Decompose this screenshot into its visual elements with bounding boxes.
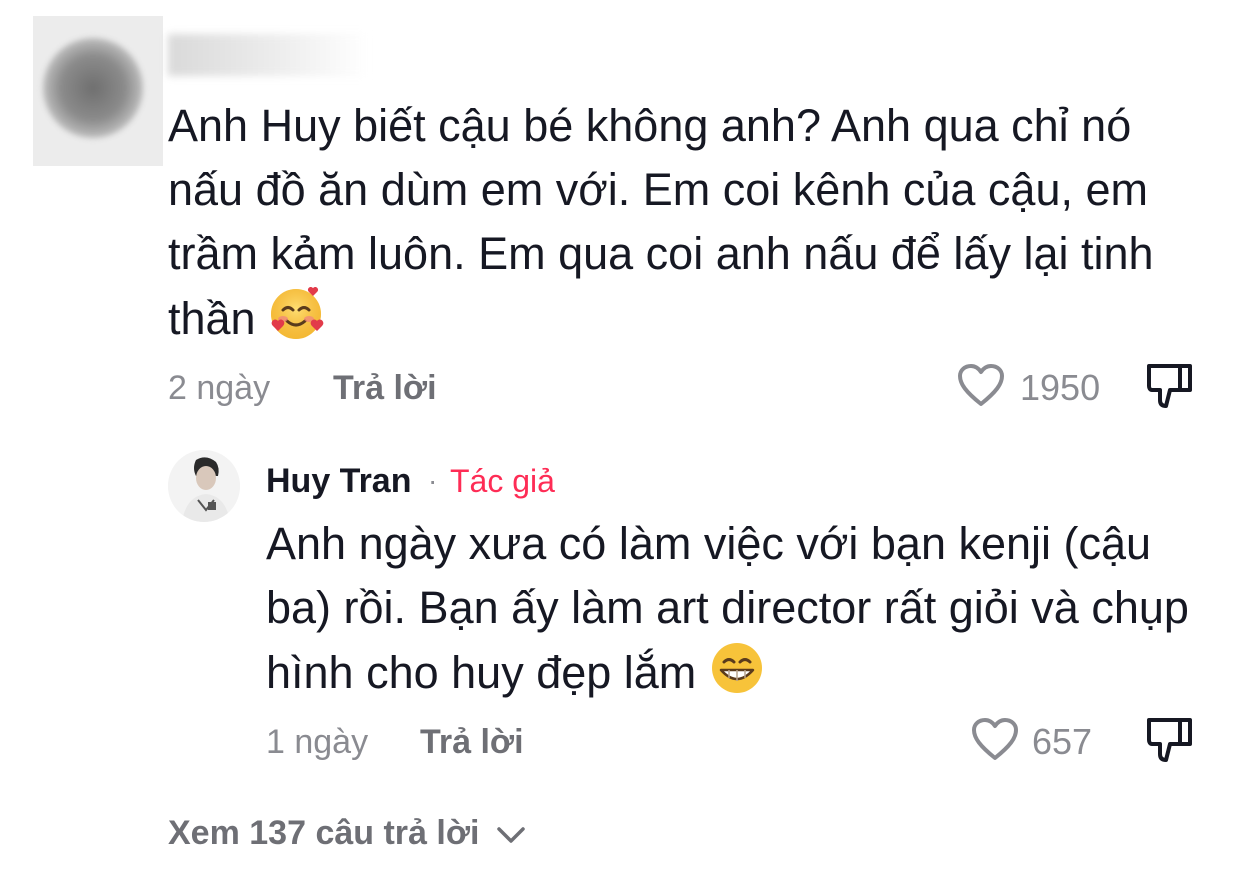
comment-time: 2 ngày: [168, 369, 271, 407]
like-count: 1950: [1020, 367, 1101, 408]
grinning-face-icon: [709, 640, 765, 696]
author-badge: Tác giả: [450, 463, 555, 499]
smiling-face-with-hearts-icon: [268, 286, 324, 342]
heart-icon[interactable]: [970, 716, 1020, 762]
reply-author-name[interactable]: Huy Tran: [266, 460, 411, 502]
chevron-down-icon: [495, 824, 527, 846]
heart-icon[interactable]: [956, 362, 1006, 408]
avatar-blurred[interactable]: [33, 16, 163, 166]
view-more-replies[interactable]: Xem 137 câu trả lời: [168, 812, 527, 854]
reply-time: 1 ngày: [266, 723, 369, 761]
reply-text: Anh ngày xưa có làm việc với bạn kenji (…: [266, 518, 1189, 698]
separator-dot: ·: [428, 465, 438, 496]
avatar[interactable]: [168, 450, 240, 522]
reply-reply-button[interactable]: Trả lời: [420, 722, 524, 762]
reply-like-count: 657: [1032, 721, 1093, 762]
reply-button[interactable]: Trả lời: [333, 368, 437, 408]
view-more-label: Xem 137 câu trả lời: [168, 814, 480, 852]
comment-text: Anh Huy biết cậu bé không anh? Anh qua c…: [168, 100, 1154, 344]
dislike-icon[interactable]: [1144, 360, 1196, 412]
username-blurred[interactable]: [168, 34, 368, 76]
dislike-icon[interactable]: [1144, 714, 1196, 766]
